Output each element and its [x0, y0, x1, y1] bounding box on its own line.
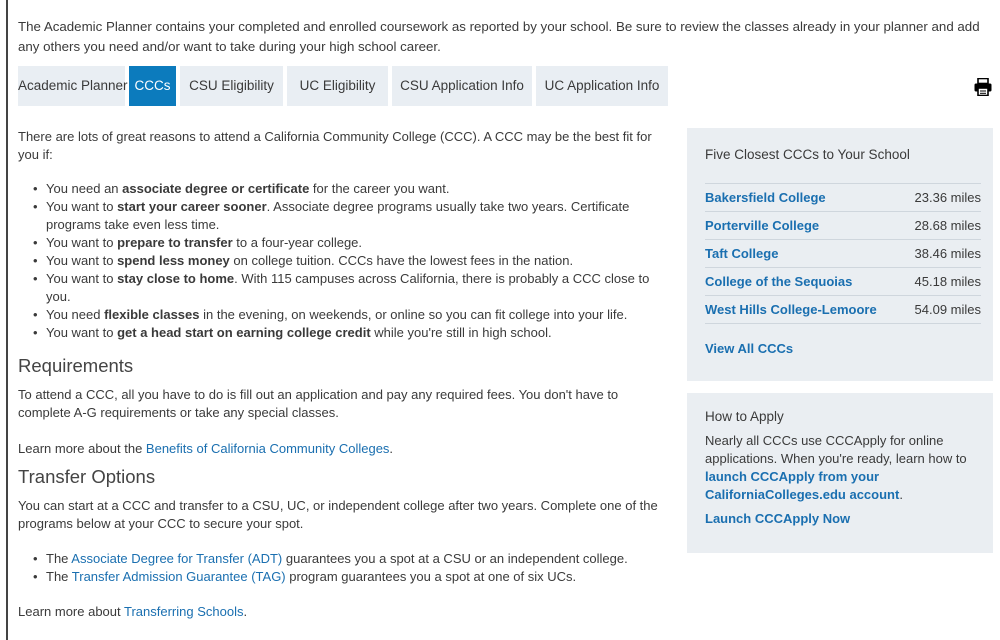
- reasons-list: You need an associate degree or certific…: [18, 180, 658, 342]
- college-link[interactable]: Bakersfield College: [705, 184, 826, 211]
- view-all-cccs-link[interactable]: View All CCCs: [705, 341, 981, 356]
- planner-intro-text: The Academic Planner contains your compl…: [18, 19, 980, 54]
- launch-cccapply-now-link[interactable]: Launch CCCApply Now: [705, 511, 975, 526]
- distance-value: 38.46 miles: [914, 246, 981, 261]
- list-item: You want to get a head start on earning …: [33, 324, 658, 342]
- main-content: There are lots of great reasons to atten…: [18, 128, 658, 621]
- distance-value: 54.09 miles: [914, 302, 981, 317]
- transfer-heading: Transfer Options: [18, 466, 156, 487]
- list-item: You want to start your career sooner. As…: [33, 198, 658, 234]
- college-link[interactable]: College of the Sequoias: [705, 268, 852, 295]
- list-item: You want to prepare to transfer to a fou…: [33, 234, 658, 252]
- tab-bar: Academic Planner CCCs CSU Eligibility UC…: [18, 66, 668, 106]
- tab-csu-eligibility[interactable]: CSU Eligibility: [180, 66, 283, 106]
- college-link[interactable]: Taft College: [705, 240, 778, 267]
- table-row: Porterville College 28.68 miles: [705, 212, 981, 240]
- how-to-apply-heading: How to Apply: [705, 409, 784, 424]
- transfer-text: You can start at a CCC and transfer to a…: [18, 498, 658, 531]
- college-link[interactable]: West Hills College-Lemoore: [705, 296, 877, 323]
- distance-value: 45.18 miles: [914, 274, 981, 289]
- closest-cccs-panel: Five Closest CCCs to Your School Bakersf…: [687, 128, 993, 381]
- ccc-intro: There are lots of great reasons to atten…: [18, 129, 652, 162]
- tab-academic-planner[interactable]: Academic Planner: [18, 66, 128, 106]
- distance-value: 23.36 miles: [914, 190, 981, 205]
- tab-uc-application-info[interactable]: UC Application Info: [536, 66, 668, 106]
- tab-uc-eligibility[interactable]: UC Eligibility: [287, 66, 388, 106]
- tab-cccs[interactable]: CCCs: [129, 66, 176, 106]
- transferring-schools-link[interactable]: Transferring Schools: [124, 604, 243, 619]
- college-link[interactable]: Porterville College: [705, 212, 819, 239]
- list-item: The Transfer Admission Guarantee (TAG) p…: [33, 568, 658, 586]
- requirements-text: To attend a CCC, all you have to do is f…: [18, 387, 619, 420]
- tag-link[interactable]: Transfer Admission Guarantee (TAG): [72, 569, 286, 584]
- benefits-line: Learn more about the Benefits of Califor…: [18, 441, 394, 456]
- tab-csu-application-info[interactable]: CSU Application Info: [392, 66, 532, 106]
- list-item: You want to spend less money on college …: [33, 252, 658, 270]
- how-to-apply-text: Nearly all CCCs use CCCApply for online …: [705, 433, 967, 502]
- table-row: West Hills College-Lemoore 54.09 miles: [705, 296, 981, 324]
- list-item: You need an associate degree or certific…: [33, 180, 658, 198]
- list-item: You want to stay close to home. With 115…: [33, 270, 658, 306]
- table-row: Bakersfield College 23.36 miles: [705, 184, 981, 212]
- transfer-list: The Associate Degree for Transfer (ADT) …: [18, 550, 658, 586]
- closest-cccs-heading: Five Closest CCCs to Your School: [705, 147, 981, 184]
- benefits-link[interactable]: Benefits of California Community College…: [146, 441, 390, 456]
- table-row: College of the Sequoias 45.18 miles: [705, 268, 981, 296]
- requirements-heading: Requirements: [18, 355, 134, 376]
- launch-cccapply-account-link[interactable]: launch CCCApply from your CaliforniaColl…: [705, 469, 899, 502]
- distance-value: 28.68 miles: [914, 218, 981, 233]
- list-item: You need flexible classes in the evening…: [33, 306, 658, 324]
- adt-link[interactable]: Associate Degree for Transfer (ADT): [71, 551, 282, 566]
- table-row: Taft College 38.46 miles: [705, 240, 981, 268]
- list-item: The Associate Degree for Transfer (ADT) …: [33, 550, 658, 568]
- transferring-line: Learn more about Transferring Schools.: [18, 604, 248, 619]
- how-to-apply-panel: How to Apply Nearly all CCCs use CCCAppl…: [687, 393, 993, 553]
- printer-icon[interactable]: [974, 78, 992, 96]
